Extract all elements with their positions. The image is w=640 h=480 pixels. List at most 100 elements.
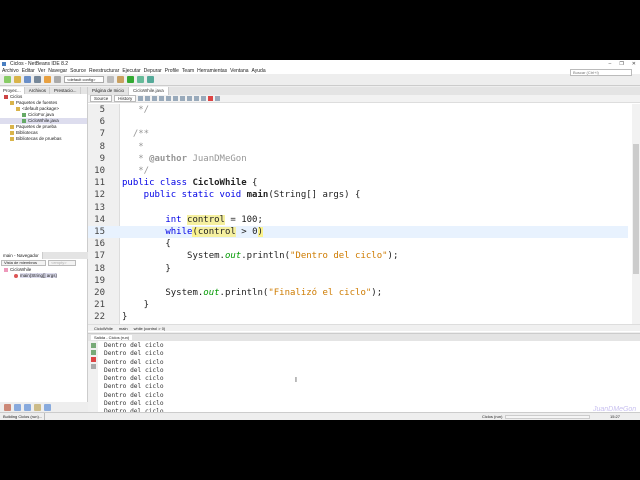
member-view-select[interactable]: Vista de miembros (1, 260, 46, 266)
close-button[interactable]: ✕ (632, 61, 636, 67)
debug-icon[interactable] (137, 76, 144, 83)
source-button[interactable]: Source (90, 95, 113, 102)
scroll-thumb[interactable] (633, 144, 639, 274)
find-icon[interactable] (152, 96, 158, 101)
filter-static-icon[interactable] (14, 403, 21, 411)
profile-icon[interactable] (147, 76, 154, 83)
navigator-tab[interactable]: main - Navegador (0, 252, 43, 259)
clean-build-icon[interactable] (117, 76, 124, 83)
undo-icon[interactable] (44, 76, 51, 83)
filter-inherited-icon[interactable] (34, 403, 41, 411)
breadcrumb-item[interactable]: CicloWhile (94, 325, 113, 331)
history-button[interactable]: History (114, 95, 137, 102)
search-input[interactable]: Buscar (Ctrl+I) (570, 69, 632, 76)
tab-ciclowhile-java[interactable]: CicloWhile.java (129, 87, 169, 95)
status-task[interactable]: Building Ciclos (run)... (1, 413, 46, 420)
menu-item-archivo[interactable]: Archivo (2, 68, 19, 74)
minimize-button[interactable]: – (609, 61, 612, 67)
code-token: "Finalizó el ciclo" (268, 288, 372, 298)
menu-item-ventana[interactable]: Ventana (230, 68, 248, 74)
maximize-button[interactable]: ❐ (619, 61, 623, 67)
back-icon[interactable] (138, 96, 144, 101)
editor-panel: Página de Inicio CicloWhile.java Source … (88, 87, 640, 332)
code-line: 21 } (88, 299, 628, 311)
code-line: 15 while(control > 0) (88, 226, 628, 239)
code-token: (String[] args) { (268, 190, 361, 201)
breadcrumb: CicloWhile main while (control > 0) (88, 324, 640, 331)
stop-icon[interactable] (90, 357, 96, 362)
window-title: Ciclos - NetBeans IDE 8.2 (10, 60, 69, 67)
line-number: 21 (94, 300, 105, 311)
project-icon (4, 94, 8, 99)
project-tab[interactable]: Proyec... (0, 87, 25, 94)
menu-item-depurar[interactable]: Depurar (144, 68, 162, 74)
output-tab[interactable]: Salida - Ciclos (run) (91, 335, 133, 340)
output-line: Dentro del ciclo (104, 366, 164, 374)
output-line: Dentro del ciclo (104, 350, 164, 358)
code-token: main (246, 190, 269, 201)
code-token: int (122, 214, 188, 225)
package-icon (10, 124, 14, 129)
filter-fields-icon[interactable] (4, 403, 11, 411)
tab-start-page[interactable]: Página de Inicio (88, 87, 130, 95)
tree-node[interactable]: Bibliotecas de pruebas (0, 136, 87, 142)
code-token: */ (122, 105, 150, 115)
breadcrumb-item[interactable]: while (control > 0) (134, 325, 166, 331)
comment-icon[interactable] (194, 96, 200, 101)
open-project-icon[interactable] (24, 76, 31, 83)
prev-occurrence-icon[interactable] (159, 96, 165, 101)
redo-icon[interactable] (54, 76, 61, 83)
stop-macro-icon[interactable] (215, 96, 221, 101)
shift-right-icon[interactable] (187, 96, 193, 101)
menu-item-editar[interactable]: Editar (22, 68, 35, 74)
package-icon (16, 106, 20, 111)
run-icon[interactable] (127, 76, 134, 83)
code-line: 6 (88, 116, 628, 128)
menu-item-navegar[interactable]: Navegar (48, 68, 67, 74)
project-tabs: Proyec... Archivos Prestacio... (0, 87, 87, 94)
code-token: while (122, 227, 193, 237)
breadcrumb-item[interactable]: main (119, 325, 128, 331)
project-tab[interactable]: Prestacio... (51, 87, 81, 94)
menu-item-ayuda[interactable]: Ayuda (252, 68, 266, 74)
menu-item-ejecutar[interactable]: Ejecutar (122, 68, 140, 74)
uncomment-icon[interactable] (201, 96, 207, 101)
nav-method-node[interactable]: main(String[] args) (0, 273, 88, 279)
config-select[interactable]: <default config> (64, 76, 104, 83)
code-token: /** (122, 129, 150, 140)
new-file-icon[interactable] (4, 76, 11, 83)
save-all-icon[interactable] (34, 76, 41, 83)
package-icon (10, 130, 14, 135)
menu-item-profile[interactable]: Profile (165, 68, 179, 74)
code-area[interactable]: 5 */6 7 /** 8 * 9 * @author JuanDMeGon 10 */… (88, 104, 628, 325)
project-tab[interactable]: Archivos (26, 87, 51, 94)
left-panel: Proyec... Archivos Prestacio... Ciclos Paqu… (0, 87, 88, 412)
menu-item-herramientas[interactable]: Herramientas (197, 68, 227, 74)
code-token: { (122, 239, 171, 250)
code-line: 5 */ (88, 104, 628, 116)
toggle-highlight-icon[interactable] (173, 96, 179, 101)
menu-item-ver[interactable]: Ver (38, 68, 46, 74)
code-token: System. (122, 288, 204, 298)
menu-item-team[interactable]: Team (182, 68, 194, 74)
menu-item-reestructurar[interactable]: Reestructurar (89, 68, 119, 74)
tree-label: CicloFor.java (28, 112, 55, 117)
tree-label: Bibliotecas de pruebas (16, 136, 62, 141)
sort-icon[interactable] (44, 403, 51, 411)
line-number: 11 (94, 178, 105, 189)
new-project-icon[interactable] (14, 76, 21, 83)
filter-nonpublic-icon[interactable] (24, 403, 31, 411)
editor-scrollbar[interactable] (632, 104, 640, 325)
code-line: 7 /** (88, 128, 628, 140)
next-occurrence-icon[interactable] (166, 96, 172, 101)
build-icon[interactable] (107, 76, 114, 83)
shift-left-icon[interactable] (180, 96, 186, 101)
forward-icon[interactable] (145, 96, 151, 101)
rerun-icon[interactable] (90, 343, 96, 348)
start-macro-icon[interactable] (208, 96, 214, 101)
menu-item-source[interactable]: Source (70, 68, 86, 74)
settings-icon[interactable] (90, 364, 96, 369)
filter-select[interactable]: <empty> (48, 260, 76, 266)
rerun-config-icon[interactable] (90, 350, 96, 355)
code-token: @author (149, 153, 188, 164)
